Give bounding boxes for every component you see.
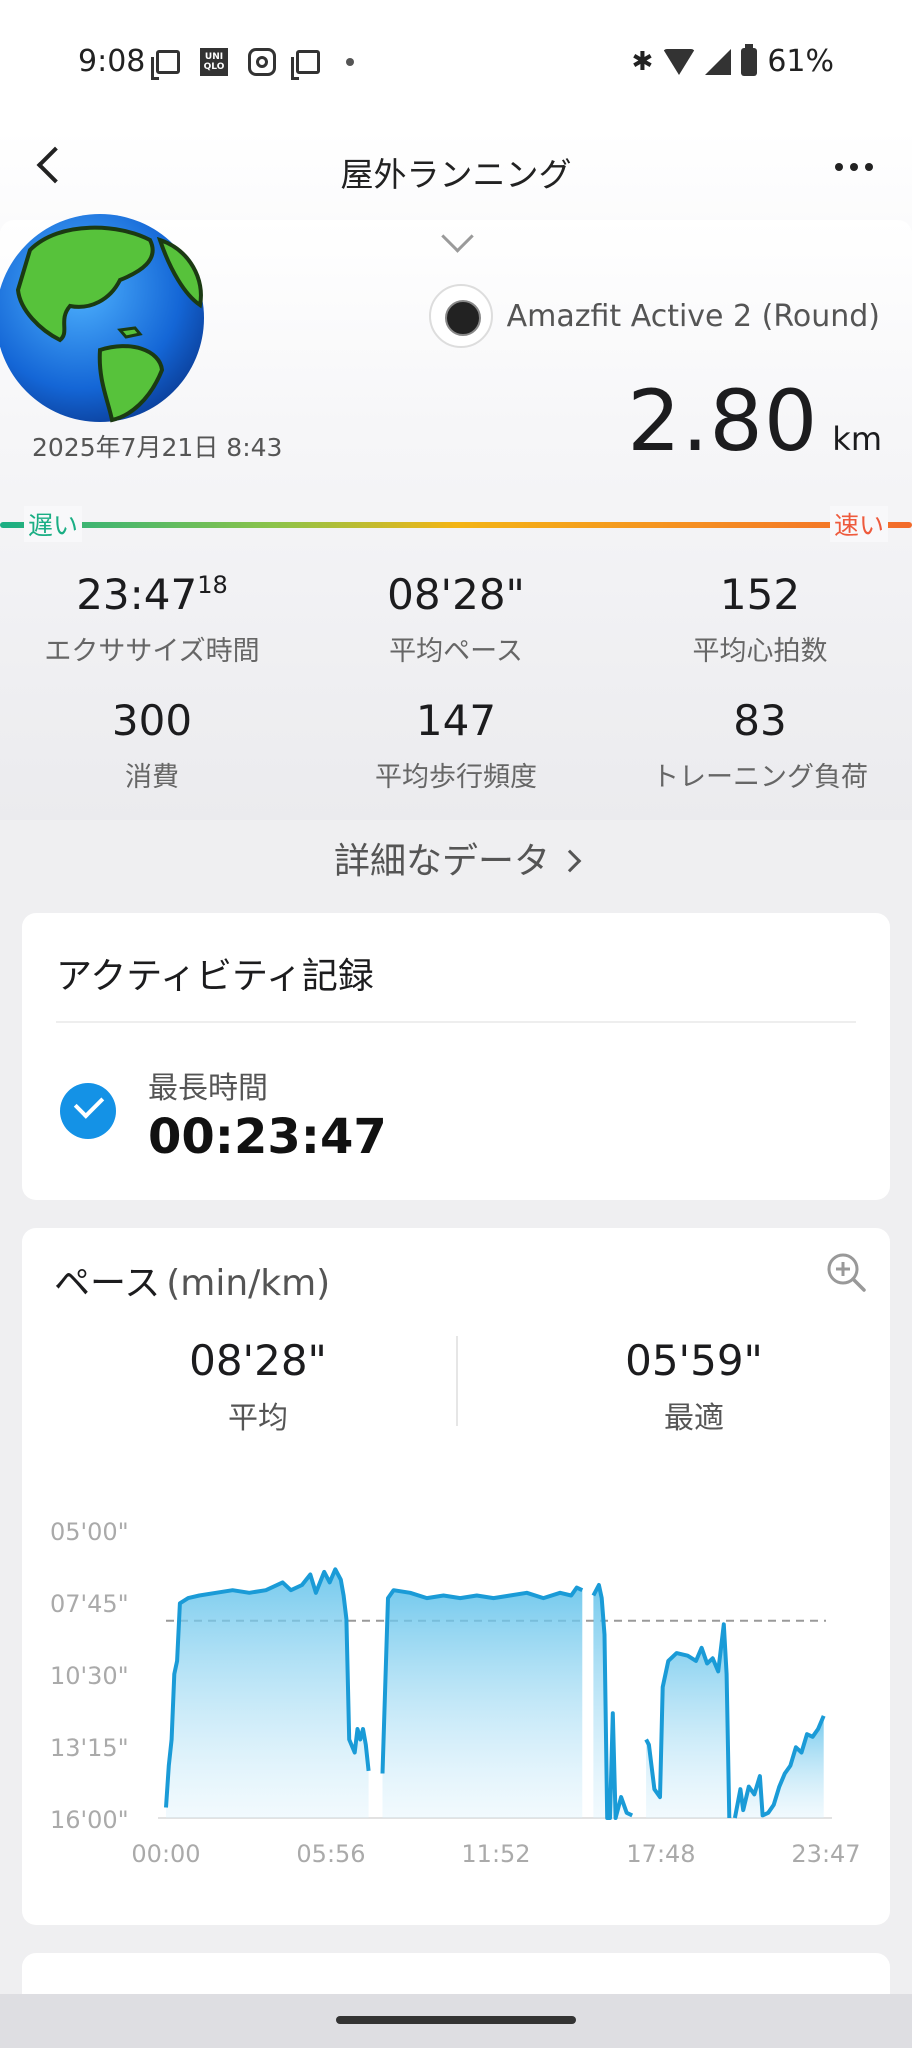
activity-record-card: アクティビティ記録 最長時間 00:23:47 [22,913,890,1200]
stat-label: 平均ペース [389,636,523,667]
record-label: 最長時間 [148,1071,268,1106]
speed-gradient-line [0,522,912,528]
more-dot-icon [865,163,873,171]
home-indicator[interactable] [336,2016,576,2024]
stat-label: 平均心拍数 [692,636,828,667]
pace-area [166,1569,369,1818]
dot-icon [346,58,354,66]
battery-percent: 61% [767,44,834,79]
pace-title-label: ペース [54,1263,161,1304]
more-dot-icon [835,163,843,171]
y-tick-label: 13'15" [50,1734,129,1762]
screenshot-icon [151,50,180,80]
card-title: アクティビティ記録 [56,956,374,997]
stat-calories: 300 消費 [0,696,304,794]
x-tick-label: 11:52 [461,1840,530,1868]
stat-value: 300 [111,696,193,745]
distance-unit: km [832,420,882,458]
stat-value: 83 [733,696,787,745]
fast-label: 速い [829,506,888,542]
zoom-in-icon[interactable] [824,1250,868,1294]
wifi-icon [663,48,696,75]
pace-best: 05'59" 最適 [544,1336,844,1437]
x-tick-label: 05:56 [296,1840,365,1868]
stat-value: 23:4718 [76,570,228,619]
instagram-icon [248,48,276,76]
x-tick-label: 23:47 [791,1840,860,1868]
x-tick-label: 17:48 [626,1840,695,1868]
device-name: Amazfit Active 2 (Round) [506,298,880,334]
app-screen: 9:08 UNI QLO ✱ 61% 屋外ランニング 2025年7月21日 8:… [0,0,912,2048]
pace-best-value: 05'59" [625,1336,763,1385]
pace-average: 08'28" 平均 [108,1336,408,1437]
more-options-button[interactable] [826,152,882,182]
stat-training-load: 83 トレーニング負荷 [608,696,912,794]
stat-average-pace: 08'28" 平均ペース [304,570,608,668]
stat-value: 08'28" [387,570,525,619]
uniqlo-icon: UNI QLO [200,48,228,76]
record-value: 00:23:47 [148,1109,387,1165]
stat-label: トレーニング負荷 [652,762,868,793]
pace-summary: 08'28" 平均 05'59" 最適 [22,1336,890,1446]
divider [56,1021,856,1023]
slow-label: 遅い [24,506,83,542]
x-tick-label: 00:00 [131,1840,200,1868]
pace-card: ペース (min/km) 08'28" 平均 05'59" 最適 05'00" 07… [22,1228,890,1925]
y-tick-label: 10'30" [50,1662,129,1690]
stat-value: 152 [719,570,801,619]
chevron-right-icon [558,849,582,873]
bluetooth-icon: ✱ [631,46,654,77]
globe-icon [0,214,204,423]
y-tick-label: 07'45" [50,1590,129,1618]
more-dot-icon [850,163,858,171]
stat-average-cadence: 147 平均歩行頻度 [304,696,608,794]
pace-best-label: 最適 [664,1401,724,1436]
detailed-data-label: 詳細なデータ [333,841,550,882]
distance: 2.80 km [627,372,882,470]
notification-icons: UNI QLO [151,48,354,80]
pace-unit: (min/km) [166,1263,331,1304]
stat-label: 平均歩行頻度 [375,762,537,793]
pace-average-value: 08'28" [189,1336,327,1385]
detailed-data-link[interactable]: 詳細なデータ [0,832,912,884]
speed-gradient-bar [0,516,912,532]
distance-value: 2.80 [627,372,819,470]
watch-icon [428,284,493,348]
stat-label: エクササイズ時間 [44,636,260,667]
divider [456,1336,458,1426]
screenshot-icon [291,50,320,80]
chevron-down-icon[interactable] [438,225,474,255]
stat-label: 消費 [125,762,179,793]
stat-value: 147 [415,696,497,745]
y-tick-label: 16'00" [50,1806,129,1834]
battery-icon [741,43,758,76]
activity-date: 2025年7月21日 8:43 [32,433,283,462]
status-bar: 9:08 UNI QLO ✱ 61% [0,0,912,130]
device-info: Amazfit Active 2 (Round) [428,284,880,348]
status-time: 9:08 [78,44,146,79]
pace-average-label: 平均 [228,1401,288,1436]
check-badge-icon [60,1083,116,1139]
pace-area [382,1587,583,1818]
pace-area [734,1715,824,1818]
y-tick-label: 05'00" [50,1518,129,1546]
page-title: 屋外ランニング [340,155,572,194]
pace-chart: 05'00" 07'45" 10'30" 13'15" 16'00"00:00 05:56… [50,1518,861,1868]
stat-average-heart-rate: 152 平均心拍数 [608,570,912,668]
pace-title: ペース (min/km) [54,1254,330,1306]
signal-icon [705,48,732,75]
system-icons: ✱ 61% [631,43,834,79]
stat-exercise-time: 23:4718 エクササイズ時間 [0,570,304,668]
